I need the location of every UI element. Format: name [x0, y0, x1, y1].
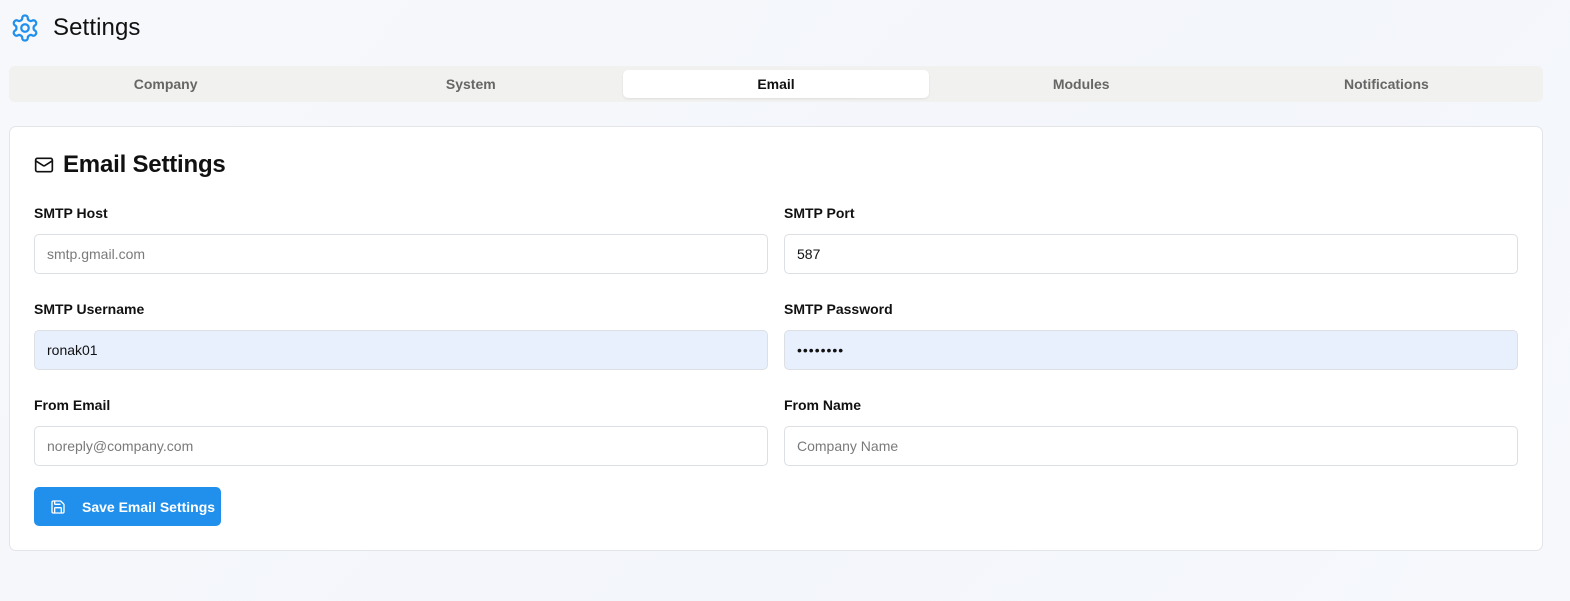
- email-settings-card: Email Settings SMTP Host smtp.gmail.com …: [9, 126, 1543, 551]
- card-title: Email Settings: [63, 151, 226, 178]
- from-name-label: From Name: [784, 397, 862, 413]
- from-email-label: From Email: [34, 397, 111, 413]
- from-email-group: From Email noreply@company.com: [34, 395, 768, 466]
- tab-notifications[interactable]: Notifications: [1234, 70, 1539, 98]
- tab-system[interactable]: System: [318, 70, 623, 98]
- page-title: Settings: [53, 14, 141, 41]
- page-header: Settings: [10, 11, 141, 45]
- smtp-password-group: SMTP Password ••••••••: [784, 299, 1518, 370]
- save-email-settings-button[interactable]: Save Email Settings: [34, 487, 221, 526]
- smtp-port-value: 587: [797, 246, 821, 262]
- smtp-host-group: SMTP Host smtp.gmail.com: [34, 203, 768, 274]
- gear-icon: [10, 13, 40, 43]
- save-button-label: Save Email Settings: [82, 498, 216, 515]
- smtp-password-input[interactable]: ••••••••: [784, 330, 1518, 370]
- smtp-username-input[interactable]: ronak01: [34, 330, 768, 370]
- smtp-username-value: ronak01: [47, 342, 98, 358]
- smtp-host-placeholder: smtp.gmail.com: [47, 246, 146, 262]
- tab-email[interactable]: Email: [623, 70, 929, 98]
- smtp-port-label: SMTP Port: [784, 205, 855, 221]
- smtp-port-input[interactable]: 587: [784, 234, 1518, 274]
- smtp-host-label: SMTP Host: [34, 205, 108, 221]
- smtp-username-group: SMTP Username ronak01: [34, 299, 768, 370]
- smtp-username-label: SMTP Username: [34, 301, 145, 317]
- settings-tabs: Company System Email Modules Notificatio…: [9, 66, 1543, 102]
- from-name-input[interactable]: Company Name: [784, 426, 1518, 466]
- tab-company[interactable]: Company: [13, 70, 318, 98]
- card-header: Email Settings: [34, 151, 226, 179]
- save-icon: [50, 499, 66, 515]
- from-name-group: From Name Company Name: [784, 395, 1518, 466]
- from-email-placeholder: noreply@company.com: [47, 438, 194, 454]
- smtp-password-value: ••••••••: [797, 342, 845, 358]
- tab-modules[interactable]: Modules: [929, 70, 1234, 98]
- from-name-placeholder: Company Name: [797, 438, 899, 454]
- mail-icon: [34, 155, 54, 175]
- smtp-host-input[interactable]: smtp.gmail.com: [34, 234, 768, 274]
- from-email-input[interactable]: noreply@company.com: [34, 426, 768, 466]
- smtp-port-group: SMTP Port 587: [784, 203, 1518, 274]
- settings-page: Settings Company System Email Modules No…: [0, 0, 1570, 601]
- smtp-password-label: SMTP Password: [784, 301, 893, 317]
